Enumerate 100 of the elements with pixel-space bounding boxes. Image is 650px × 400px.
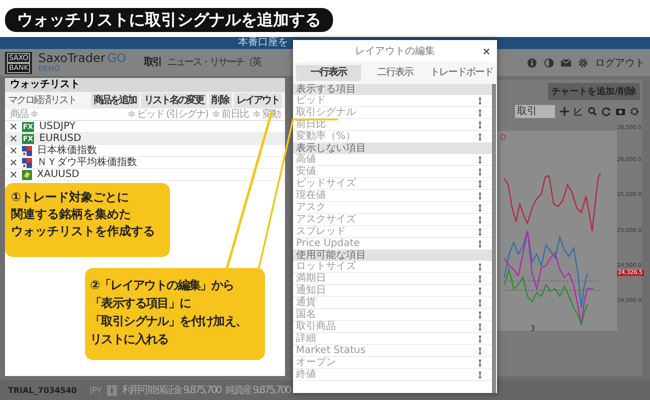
drag-handle-icon[interactable] bbox=[478, 298, 482, 306]
drag-handle-icon[interactable] bbox=[478, 180, 482, 188]
commodity-icon bbox=[22, 170, 32, 180]
drag-handle-icon[interactable] bbox=[478, 108, 482, 116]
remove-icon[interactable] bbox=[10, 123, 17, 130]
crosshair-icon[interactable] bbox=[560, 107, 569, 116]
watchlist-row[interactable]: 日本株価指数 bbox=[5, 145, 285, 157]
mail-icon[interactable] bbox=[561, 58, 571, 68]
callout-note: ①トレード対象ごとに 関連する銘柄を集めた ウォッチリストを作成する bbox=[5, 183, 170, 257]
column-header[interactable]: 商品 ≑ bbox=[10, 109, 124, 120]
notice-text: 本番口座を bbox=[238, 37, 288, 49]
field-item[interactable]: 高値 bbox=[293, 154, 492, 166]
drag-handle-icon[interactable] bbox=[478, 96, 482, 104]
toolbar-button[interactable]: 削除 bbox=[208, 93, 232, 108]
margin-value: 利用可能保証金 9,875,700 bbox=[122, 384, 221, 397]
drag-handle-icon[interactable] bbox=[478, 310, 482, 318]
net-assets-value: 純資産 9,875,700 bbox=[226, 384, 290, 397]
callout-note: ②「レイアウトの編集」から 「表示する項目」に 「取引シグナル」を付け加え、 リストに入れる bbox=[85, 268, 265, 360]
drag-handle-icon[interactable] bbox=[478, 262, 482, 270]
scrollbar[interactable] bbox=[492, 84, 496, 393]
camera-icon[interactable] bbox=[616, 107, 625, 116]
banner-title: ウォッチリストに取引シグナルを追加する bbox=[5, 8, 333, 32]
drag-handle-icon[interactable] bbox=[478, 346, 482, 354]
close-icon[interactable] bbox=[483, 48, 490, 55]
instrument-name: USDJPY bbox=[39, 122, 76, 132]
field-item[interactable]: ロットサイズ bbox=[293, 261, 492, 273]
drag-handle-icon[interactable] bbox=[478, 322, 482, 330]
field-item[interactable]: Market Status bbox=[293, 345, 492, 357]
field-item[interactable]: 詳細 bbox=[293, 333, 492, 345]
toolbar-button[interactable]: レイアウト bbox=[234, 93, 282, 108]
field-item[interactable]: 終値 bbox=[293, 369, 492, 381]
watchlist-row[interactable]: XAUUSD bbox=[5, 169, 285, 181]
drag-handle-icon[interactable] bbox=[478, 156, 482, 164]
remove-icon[interactable] bbox=[10, 159, 17, 166]
field-item[interactable]: 国名 bbox=[293, 309, 492, 321]
remove-icon[interactable] bbox=[10, 171, 17, 178]
field-item[interactable]: 満期日 bbox=[293, 273, 492, 285]
refresh-icon[interactable] bbox=[602, 107, 611, 116]
list-name: マクロ経済リスト bbox=[8, 95, 77, 106]
drag-handle-icon[interactable] bbox=[478, 204, 482, 212]
drag-handle-icon[interactable] bbox=[478, 240, 482, 248]
layout-tab[interactable]: トレードボード bbox=[429, 65, 494, 81]
field-item[interactable]: スプレッド bbox=[293, 226, 492, 238]
drag-handle-icon[interactable] bbox=[478, 168, 482, 176]
section-header: 使用可能な項目 bbox=[293, 250, 492, 261]
nav-item[interactable]: 取引 bbox=[144, 56, 162, 68]
chart-legend: D bbox=[500, 133, 506, 142]
nav-item[interactable]: ニュース・リサーチ（英 bbox=[167, 56, 261, 68]
instrument-name: 日本株価指数 bbox=[37, 146, 97, 156]
field-item[interactable]: 安値 bbox=[293, 166, 492, 178]
app-name: SaxoTrader GO bbox=[38, 52, 126, 65]
instrument-name: ＮＹダウ平均株価指数 bbox=[37, 158, 137, 168]
field-item[interactable]: アスク bbox=[293, 202, 492, 214]
field-item[interactable]: アスクサイズ bbox=[293, 214, 492, 226]
field-item[interactable]: 現在値 bbox=[293, 190, 492, 202]
layout-tab[interactable]: 二行表示 bbox=[362, 65, 428, 81]
field-item[interactable]: 通貨 bbox=[293, 297, 492, 309]
drag-handle-icon[interactable] bbox=[478, 286, 482, 294]
watchlist-row[interactable]: ＮＹダウ平均株価指数 bbox=[5, 157, 285, 169]
column-header[interactable]: ≑ 前日比 bbox=[212, 109, 248, 120]
axis-label: 3 bbox=[530, 324, 536, 333]
field-item[interactable]: 取引商品 bbox=[293, 321, 492, 333]
flag-icon bbox=[22, 158, 32, 168]
field-item[interactable]: ビッドサイズ bbox=[293, 178, 492, 190]
instrument-name: XAUUSD bbox=[37, 170, 80, 180]
drag-handle-icon[interactable] bbox=[478, 120, 482, 128]
drag-handle-icon[interactable] bbox=[478, 132, 482, 140]
settings-icon[interactable] bbox=[578, 58, 588, 68]
flag-icon bbox=[22, 146, 32, 156]
toolbar-button[interactable]: リスト名の変更 bbox=[141, 93, 206, 108]
account-id: TRIAL_7034540 bbox=[8, 386, 77, 394]
instrument-name: EURUSD bbox=[39, 134, 82, 144]
line-icon[interactable] bbox=[574, 107, 583, 116]
layout-tab[interactable]: 一行表示 bbox=[296, 65, 361, 81]
toolbar-button[interactable]: 商品を追加 bbox=[90, 93, 139, 108]
remove-icon[interactable] bbox=[10, 147, 17, 154]
remove-icon[interactable] bbox=[10, 135, 17, 142]
drag-handle-icon[interactable] bbox=[478, 274, 482, 282]
info-icon[interactable] bbox=[527, 58, 537, 68]
field-item[interactable]: 通知日 bbox=[293, 285, 492, 297]
drag-handle-icon[interactable] bbox=[478, 216, 482, 224]
field-item[interactable]: ビッド bbox=[293, 95, 492, 107]
drag-handle-icon[interactable] bbox=[478, 192, 482, 200]
contrast-icon[interactable] bbox=[544, 58, 554, 68]
info-button[interactable]: i bbox=[106, 384, 117, 396]
column-header[interactable]: ≑ ビッド (引シグナ) bbox=[127, 109, 208, 120]
search-icon[interactable] bbox=[588, 107, 597, 116]
panel-title: ウォッチリスト bbox=[5, 78, 285, 92]
drag-handle-icon[interactable] bbox=[478, 370, 482, 378]
drag-handle-icon[interactable] bbox=[478, 334, 482, 342]
search-field[interactable]: 取引 bbox=[515, 105, 555, 118]
logout-link[interactable]: ログアウト bbox=[595, 56, 645, 70]
section-header: 表示しない項目 bbox=[293, 143, 492, 154]
settings-icon[interactable] bbox=[630, 107, 639, 116]
field-item[interactable]: 取引シグナル bbox=[293, 107, 492, 119]
field-item[interactable]: オープン bbox=[293, 357, 492, 369]
dialog-title: レイアウトの編集 bbox=[355, 45, 435, 58]
drag-handle-icon[interactable] bbox=[478, 358, 482, 366]
add-chart-button[interactable]: チャートを追加/削除 bbox=[548, 83, 640, 100]
drag-handle-icon[interactable] bbox=[478, 228, 482, 236]
